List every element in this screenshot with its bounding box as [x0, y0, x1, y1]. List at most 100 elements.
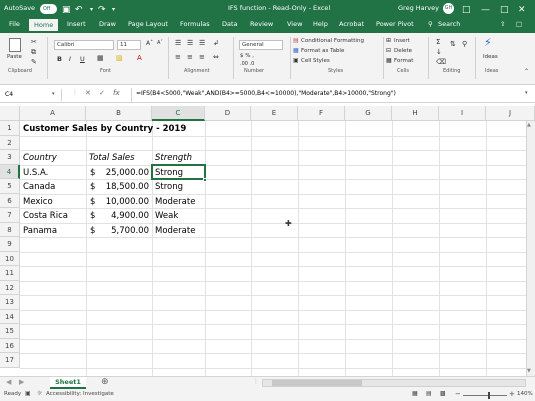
column-header-g[interactable]: G: [345, 106, 392, 121]
font-color-icon[interactable]: A: [137, 54, 142, 62]
tab-view[interactable]: View: [287, 20, 302, 28]
fill-icon[interactable]: ↓: [436, 48, 442, 56]
cell-strength[interactable]: Moderate: [155, 195, 195, 209]
fill-color-icon[interactable]: ▨: [116, 54, 123, 62]
ribbon-display-options-icon[interactable]: □: [462, 4, 471, 16]
row-header[interactable]: 17: [0, 353, 20, 368]
cell-sales[interactable]: 5,700.00: [98, 224, 149, 238]
zoom-slider[interactable]: [463, 395, 507, 396]
cell-sales[interactable]: 4,900.00: [98, 209, 149, 223]
bottom-align-icon[interactable]: ☰: [199, 39, 205, 47]
accessibility-icon[interactable]: ☼: [37, 390, 42, 397]
row-header[interactable]: 7: [0, 208, 20, 223]
worksheet-grid[interactable]: A B C D E F G H I J 1 2 3 4 5 6 7 8 9 10…: [0, 106, 535, 376]
align-right-icon[interactable]: ≡: [199, 53, 205, 61]
italic-button[interactable]: I: [69, 55, 71, 63]
tab-formulas[interactable]: Formulas: [180, 20, 210, 28]
cell-strength[interactable]: Strong: [155, 180, 183, 194]
insert-function-icon[interactable]: fx: [113, 89, 120, 97]
maximize-icon[interactable]: □: [500, 4, 509, 16]
tab-file[interactable]: File: [9, 20, 20, 28]
column-header-a[interactable]: A: [20, 106, 86, 121]
decrease-font-icon[interactable]: Aˇ: [157, 40, 163, 46]
column-header-j[interactable]: J: [486, 106, 535, 121]
share-icon[interactable]: ⇧: [500, 20, 505, 28]
ideas-button[interactable]: Ideas: [483, 54, 498, 62]
cell-strength[interactable]: Moderate: [155, 224, 195, 238]
cancel-icon[interactable]: ✕: [85, 89, 91, 97]
underline-button[interactable]: U: [80, 55, 85, 63]
row-header[interactable]: 2: [0, 135, 20, 150]
sort-filter-icon[interactable]: ⇅: [450, 40, 456, 48]
cell-country[interactable]: Mexico: [23, 195, 53, 209]
zoom-in-icon[interactable]: +: [509, 390, 515, 398]
align-center-icon[interactable]: ≡: [187, 53, 193, 61]
top-align-icon[interactable]: ☰: [175, 39, 181, 47]
page-layout-view-icon[interactable]: ▤: [426, 390, 432, 397]
format-as-table-button[interactable]: Format as Table: [301, 48, 344, 56]
tab-home[interactable]: Home: [29, 19, 59, 33]
paste-button[interactable]: Paste: [7, 54, 22, 60]
find-select-icon[interactable]: ⚲: [462, 40, 467, 48]
tab-power-pivot[interactable]: Power Pivot: [376, 20, 414, 28]
scroll-left-icon[interactable]: ◀: [6, 378, 11, 386]
cell-a3-header[interactable]: Country: [23, 151, 57, 165]
cell-a1-title[interactable]: Customer Sales by Country - 2019: [23, 122, 186, 136]
tab-insert[interactable]: Insert: [67, 20, 86, 28]
merge-center-icon[interactable]: ⇔: [213, 53, 219, 61]
font-size-select[interactable]: 11: [117, 40, 141, 50]
normal-view-icon[interactable]: ▦: [412, 390, 418, 397]
tab-data[interactable]: Data: [222, 20, 238, 28]
customize-toolbar-icon[interactable]: ▾: [112, 4, 115, 16]
row-header[interactable]: 13: [0, 295, 20, 310]
decimal-buttons[interactable]: .00 .0: [240, 61, 254, 67]
cell-b3-header[interactable]: Total Sales: [89, 151, 135, 165]
scrollbar-thumb[interactable]: [272, 380, 362, 386]
search-icon[interactable]: ⚲: [428, 20, 433, 28]
vertical-scrollbar[interactable]: [526, 121, 535, 376]
number-format-select[interactable]: General: [239, 40, 283, 50]
row-header[interactable]: 11: [0, 266, 20, 281]
tab-page-layout[interactable]: Page Layout: [128, 20, 168, 28]
row-header[interactable]: 5: [0, 179, 20, 194]
select-all-corner[interactable]: [0, 106, 20, 121]
row-header[interactable]: 3: [0, 150, 20, 165]
ideas-icon[interactable]: ⚡: [484, 36, 492, 49]
middle-align-icon[interactable]: ☰: [187, 39, 193, 47]
conditional-formatting-button[interactable]: Conditional Formatting: [301, 38, 364, 46]
enter-icon[interactable]: ✓: [99, 89, 105, 97]
cell-strength[interactable]: Weak: [155, 209, 178, 223]
zoom-out-icon[interactable]: −: [455, 390, 461, 398]
search-box[interactable]: Search: [438, 20, 460, 28]
row-header[interactable]: 12: [0, 280, 20, 295]
undo-icon[interactable]: ↶: [75, 4, 83, 16]
clear-icon[interactable]: ⌫: [436, 58, 446, 66]
copy-icon[interactable]: ⧉: [31, 48, 36, 57]
format-painter-icon[interactable]: ✎: [31, 58, 37, 66]
format-cells-button[interactable]: Format: [394, 58, 413, 66]
cell-styles-button[interactable]: Cell Styles: [301, 58, 330, 66]
row-header[interactable]: 9: [0, 237, 20, 252]
column-header-c[interactable]: C: [152, 106, 205, 121]
tab-draw[interactable]: Draw: [99, 20, 116, 28]
accessibility-status[interactable]: Accessibility: Investigate: [46, 391, 114, 397]
row-header[interactable]: 14: [0, 309, 20, 324]
autosum-icon[interactable]: Σ: [436, 38, 440, 46]
save-icon[interactable]: ▣: [62, 4, 71, 16]
insert-cells-button[interactable]: Insert: [394, 38, 410, 46]
wrap-text-icon[interactable]: ↲: [213, 39, 219, 47]
row-header[interactable]: 6: [0, 193, 20, 208]
scroll-down-icon[interactable]: ▼: [527, 368, 531, 374]
cell-country[interactable]: Costa Rica: [23, 209, 68, 223]
cell-sales[interactable]: 10,000.00: [98, 195, 149, 209]
column-header-i[interactable]: I: [439, 106, 486, 121]
zoom-level[interactable]: 140%: [517, 391, 533, 397]
increase-font-icon[interactable]: Aˆ: [146, 40, 153, 47]
column-header-d[interactable]: D: [205, 106, 251, 121]
formula-input[interactable]: =IFS(B4<5000,"Weak",AND(B4>=5000,B4<=100…: [136, 90, 396, 97]
tab-review[interactable]: Review: [250, 20, 273, 28]
scroll-up-icon[interactable]: ▲: [527, 122, 531, 128]
expand-formula-bar-icon[interactable]: ▾: [525, 90, 528, 96]
row-header[interactable]: 4: [0, 164, 20, 179]
page-break-view-icon[interactable]: ▩: [440, 390, 446, 397]
